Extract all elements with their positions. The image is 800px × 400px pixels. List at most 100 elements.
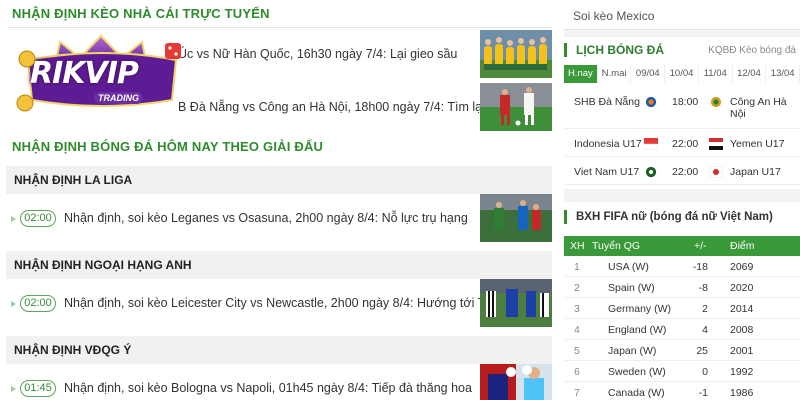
schedule-header: LỊCH BÓNG ĐÁ KQBĐ Kèo bóng đá — [564, 37, 800, 63]
logo-subtitle: TRADING — [94, 92, 143, 104]
team-cell[interactable]: Sweden (W) — [608, 366, 666, 378]
sidebar: Soi kèo Mexico LỊCH BÓNG ĐÁ KQBĐ Kèo bón… — [564, 0, 800, 400]
coin-icon — [18, 50, 36, 68]
news-item[interactable]: 01:45 Nhận định, soi kèo Bologna vs Napo… — [6, 364, 552, 400]
table-row[interactable]: 5 Japan (W) 25 2001 — [564, 340, 800, 361]
rank-cell: 7 — [574, 387, 580, 399]
team-cell[interactable]: Canada (W) — [608, 387, 665, 399]
news-thumbnail[interactable] — [480, 279, 552, 327]
news-thumbnail[interactable] — [480, 30, 552, 78]
league-name[interactable]: NHẬN ĐỊNH VĐQG Ý — [14, 343, 131, 357]
points-cell: 1986 — [730, 387, 754, 399]
flag-indonesia-icon — [644, 138, 658, 150]
table-row[interactable]: 3 Germany (W) 2 2014 — [564, 298, 800, 319]
col-rank: XH — [570, 240, 585, 252]
schedule-box: LỊCH BÓNG ĐÁ KQBĐ Kèo bóng đá H.nay N.ma… — [564, 37, 800, 189]
schedule-links[interactable]: KQBĐ Kèo bóng đá — [708, 45, 796, 56]
news-thumbnail[interactable] — [480, 364, 552, 400]
change-cell: 4 — [702, 324, 708, 336]
date-tab[interactable]: 13/04 — [766, 65, 800, 83]
fifa-ranking-box: BXH FIFA nữ (bóng đá nữ Việt Nam) XH Tuy… — [564, 202, 800, 400]
points-cell: 2008 — [730, 324, 754, 336]
date-tabs: H.nay N.mai 09/04 10/04 11/04 12/04 13/0… — [564, 65, 800, 83]
fifa-header: BXH FIFA nữ (bóng đá nữ Việt Nam) — [564, 202, 800, 230]
points-cell: 2020 — [730, 282, 754, 294]
home-team[interactable]: Viet Nam U17 — [574, 166, 639, 178]
league-header-epl[interactable]: NHẬN ĐỊNH NGOẠI HẠNG ANH — [6, 251, 552, 279]
rank-cell: 1 — [574, 261, 580, 273]
team-logo-icon — [645, 96, 657, 108]
date-tab-today[interactable]: H.nay — [564, 65, 598, 83]
news-thumbnail[interactable] — [480, 194, 552, 242]
table-row[interactable]: 7 Canada (W) -1 1986 — [564, 382, 800, 400]
team-cell[interactable]: Spain (W) — [608, 282, 655, 294]
table-row[interactable]: 6 Sweden (W) 0 1992 — [564, 361, 800, 382]
team-cell[interactable]: Germany (W) — [608, 303, 671, 315]
away-team[interactable]: Yemen U17 — [730, 138, 796, 150]
match-time-badge: 01:45 — [11, 380, 56, 397]
schedule-title: LỊCH BÓNG ĐÁ — [576, 43, 664, 57]
news-title[interactable]: Nhận định, soi kèo Leganes vs Osasuna, 2… — [64, 211, 468, 225]
tag-label[interactable]: Soi kèo Mexico — [573, 9, 654, 23]
news-column: NHẬN ĐỊNH KÈO NHÀ CÁI TRỰC TUYẾN Úc vs N… — [0, 0, 556, 400]
team-cell[interactable]: England (W) — [608, 324, 666, 336]
league-header-seriea[interactable]: NHẬN ĐỊNH VĐQG Ý — [6, 336, 552, 364]
league-header-laliga[interactable]: NHẬN ĐỊNH LA LIGA — [6, 166, 552, 194]
away-team[interactable]: Công An Hà Nội — [730, 96, 796, 120]
home-team[interactable]: SHB Đà Nẵng — [574, 96, 640, 108]
match-time: 22:00 — [672, 138, 699, 150]
ranking-table-header: XH Tuyển QG +/- Điểm — [564, 236, 800, 256]
news-title[interactable]: Úc vs Nữ Hàn Quốc, 16h30 ngày 7/4: Lại g… — [178, 47, 457, 61]
change-cell: -8 — [698, 282, 708, 294]
points-cell: 2001 — [730, 345, 754, 357]
away-team[interactable]: Japan U17 — [730, 166, 796, 178]
header-accent — [564, 210, 567, 224]
flag-yemen-icon — [709, 138, 723, 150]
team-cell[interactable]: Japan (W) — [608, 345, 656, 357]
col-change: +/- — [694, 240, 707, 252]
match-row[interactable]: SHB Đà Nẵng 18:00 Công An Hà Nội — [564, 89, 800, 129]
match-row[interactable]: Indonesia U17 22:00 Yemen U17 — [564, 131, 800, 157]
table-row[interactable]: 4 England (W) 4 2008 — [564, 319, 800, 340]
section-title-bookmaker: NHẬN ĐỊNH KÈO NHÀ CÁI TRỰC TUYẾN — [12, 6, 270, 21]
header-accent — [564, 43, 567, 57]
coin-icon — [16, 94, 34, 112]
points-cell: 2069 — [730, 261, 754, 273]
match-time: 22:00 — [672, 166, 699, 178]
news-item[interactable]: 02:00 Nhận định, soi kèo Leicester City … — [6, 279, 552, 329]
tag-link-mexico[interactable]: Soi kèo Mexico — [564, 0, 800, 30]
date-tab[interactable]: 09/04 — [631, 65, 666, 83]
section-divider — [8, 27, 552, 28]
date-tab[interactable]: 12/04 — [733, 65, 767, 83]
rank-cell: 6 — [574, 366, 580, 378]
rank-cell: 3 — [574, 303, 580, 315]
match-time: 18:00 — [672, 96, 699, 108]
league-name[interactable]: NHẬN ĐỊNH NGOẠI HẠNG ANH — [14, 258, 192, 272]
points-cell: 2014 — [730, 303, 754, 315]
news-thumbnail[interactable] — [480, 83, 552, 131]
date-tab[interactable]: 10/04 — [665, 65, 699, 83]
team-cell[interactable]: USA (W) — [608, 261, 649, 273]
news-title[interactable]: B Đà Nẵng vs Công an Hà Nội, 18h00 ngày … — [178, 100, 485, 114]
change-cell: 0 — [702, 366, 708, 378]
change-cell: 25 — [696, 345, 708, 357]
dice-icon — [165, 43, 181, 59]
date-tab[interactable]: 11/04 — [699, 65, 733, 83]
match-time-badge: 02:00 — [11, 295, 56, 312]
table-row[interactable]: 2 Spain (W) -8 2020 — [564, 277, 800, 298]
news-title[interactable]: Nhận định, soi kèo Leicester City vs New… — [64, 296, 508, 310]
rank-cell: 4 — [574, 324, 580, 336]
news-title[interactable]: Nhận định, soi kèo Bologna vs Napoli, 01… — [64, 381, 472, 395]
team-logo-icon — [645, 166, 657, 178]
fifa-title: BXH FIFA nữ (bóng đá nữ Việt Nam) — [576, 211, 773, 223]
news-item[interactable]: 02:00 Nhận định, soi kèo Leganes vs Osas… — [6, 194, 552, 244]
rank-cell: 5 — [574, 345, 580, 357]
home-team[interactable]: Indonesia U17 — [574, 138, 642, 150]
section-title-today: NHẬN ĐỊNH BÓNG ĐÁ HÔM NAY THEO GIẢI ĐẤU — [12, 139, 324, 154]
table-row[interactable]: 1 USA (W) -18 2069 — [564, 256, 800, 277]
league-name[interactable]: NHẬN ĐỊNH LA LIGA — [14, 173, 132, 187]
match-row[interactable]: Viet Nam U17 22:00 Japan U17 — [564, 159, 800, 185]
change-cell: 2 — [702, 303, 708, 315]
col-points: Điểm — [730, 240, 755, 252]
date-tab[interactable]: N.mai — [598, 65, 632, 83]
